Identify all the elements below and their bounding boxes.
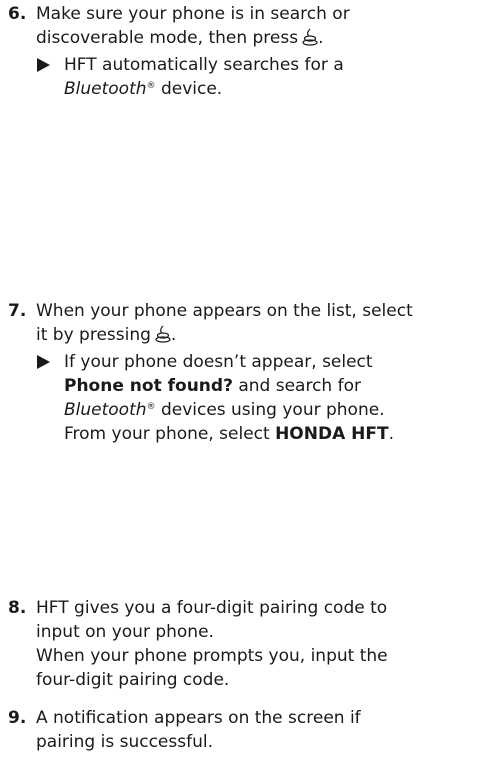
step-8: 8. HFT gives you a four-digit pairing co… — [8, 596, 476, 692]
step-6-sub-tail: device. — [160, 79, 223, 99]
step-7-line-2: it by pressing. — [8, 323, 476, 350]
phone-not-found-label: Phone not found? — [64, 376, 233, 396]
step-7-sub-line-2: Phone not found? and search for — [64, 374, 476, 398]
step-7-sub-line-4-text: From your phone, select — [64, 424, 270, 444]
bluetooth-text: Bluetooth — [64, 400, 147, 420]
step-6-line-2-text: discoverable mode, then press — [36, 28, 299, 48]
step-7-sub-line-1: If your phone doesn’t appear, select — [64, 352, 373, 372]
step-6-line-2: discoverable mode, then press. — [8, 26, 476, 53]
honda-hft-label: HONDA HFT — [275, 424, 389, 444]
step-7-sub-item: If your phone doesn’t appear, select Pho… — [8, 350, 476, 446]
step-9-line-2: pairing is successful. — [36, 732, 213, 752]
step-8-line-2: input on your phone. — [36, 622, 214, 642]
step-8-line-4: four-digit pairing code. — [36, 670, 230, 690]
triangle-bullet-icon — [37, 58, 50, 72]
step-6-number: 6. — [8, 4, 27, 24]
step-6-sub-line-1: HFT automatically searches for a — [64, 55, 344, 75]
step-7-sub-line-4-end: . — [388, 424, 395, 444]
step-7-sub-line-3: Bluetooth® devices using your phone. — [64, 398, 476, 422]
step-7-sub-line-2-tail: and search for — [238, 376, 361, 396]
step-9-line-1: A notification appears on the screen if — [36, 708, 361, 728]
step-7-number: 7. — [8, 301, 27, 321]
step-7-line-2-text: it by pressing — [36, 325, 151, 345]
step-6-line-1: Make sure your phone is in search or — [36, 4, 350, 24]
registered-mark: ® — [146, 81, 156, 91]
step-8-line-1: HFT gives you a four-digit pairing code … — [36, 598, 388, 618]
selector-knob-icon — [302, 28, 318, 53]
selector-knob-icon — [155, 325, 171, 350]
step-7: 7. When your phone appears on the list, … — [8, 299, 476, 446]
step-8-line-3: When your phone prompts you, input the — [36, 646, 388, 666]
step-6-sub-item: HFT automatically searches for a Bluetoo… — [8, 53, 476, 101]
step-9-number: 9. — [8, 708, 27, 728]
step-7-line-2-end: . — [170, 325, 177, 345]
step-7-sub-line-3-tail: devices using your phone. — [160, 400, 385, 420]
step-9: 9. A notification appears on the screen … — [8, 706, 476, 754]
step-7-sub-line-4: From your phone, select HONDA HFT. — [64, 422, 476, 446]
bluetooth-text: Bluetooth — [64, 79, 147, 99]
triangle-bullet-icon — [37, 355, 50, 369]
step-7-line-1: When your phone appears on the list, sel… — [36, 301, 413, 321]
step-6: 6. Make sure your phone is in search or … — [8, 2, 476, 101]
registered-mark: ® — [146, 402, 156, 412]
step-8-number: 8. — [8, 598, 27, 618]
step-6-sub-line-2: Bluetooth® device. — [64, 77, 476, 101]
step-6-line-2-end: . — [318, 28, 324, 48]
